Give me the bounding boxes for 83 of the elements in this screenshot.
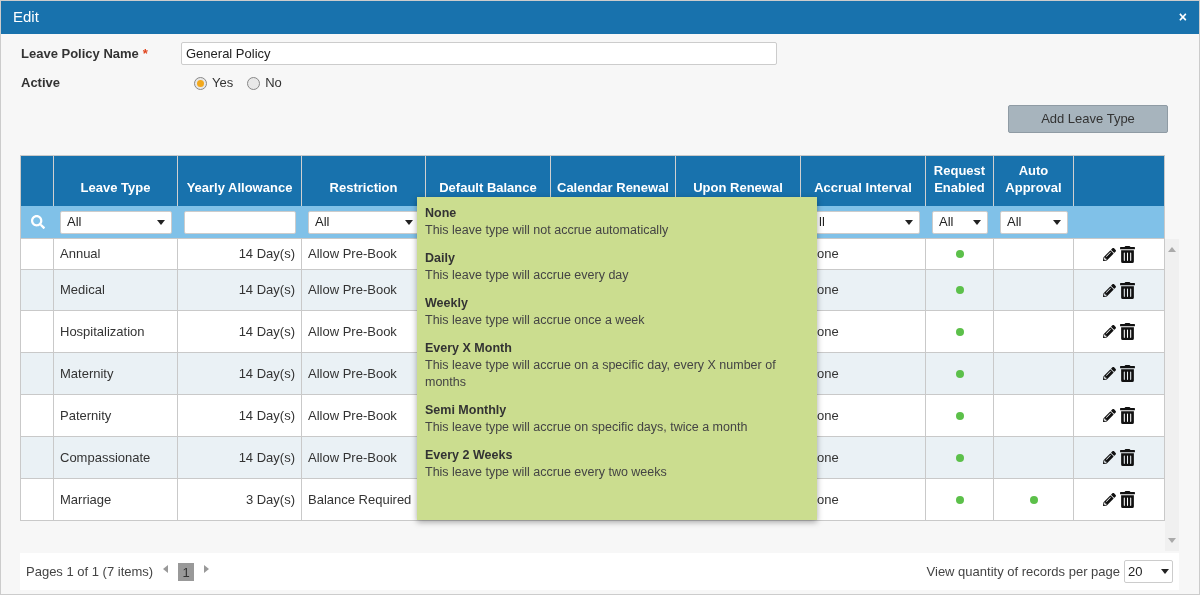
caret-icon (973, 219, 981, 225)
dropdown-option[interactable]: Daily This leave type will accrue every day (425, 250, 809, 284)
table-cell-text: Balance Required (308, 490, 412, 509)
add-leave-type-button[interactable]: Add Leave Type (1008, 105, 1168, 133)
dropdown-option[interactable]: Weekly This leave type will accrue once a week (425, 295, 809, 329)
table-cell-text: Hospitalization (60, 322, 145, 341)
table-cell-text: one (817, 322, 839, 341)
dropdown-option[interactable]: None This leave type will not accrue automatically (425, 205, 809, 239)
column-header: Calendar Renewal (556, 179, 670, 196)
edit-icon[interactable] (1103, 408, 1116, 423)
table-cell-text: Medical (60, 281, 105, 300)
edit-icon[interactable] (1103, 282, 1116, 298)
caret-icon (405, 219, 413, 225)
edit-icon[interactable] (1103, 246, 1116, 262)
required-mark: * (142, 44, 148, 63)
previous-page-icon[interactable] (163, 564, 169, 573)
table-cell-text: one (817, 281, 839, 300)
table-cell-text: Allow Pre-Book (308, 281, 397, 300)
column-header: Accrual Interval (813, 179, 913, 196)
column-header: Yearly Allowance (185, 179, 294, 196)
table-cell-text: 14 Day(s) (238, 448, 295, 467)
field-label: Leave Policy Name (21, 44, 139, 63)
table-cell-text: 14 Day(s) (238, 281, 295, 300)
field-label: Active (21, 74, 62, 93)
filter-select[interactable]: All (932, 210, 988, 234)
column-header: Upon Renewal (692, 179, 784, 196)
radio-option[interactable]: No (247, 73, 282, 93)
table-cell-text: Allow Pre-Book (308, 245, 397, 264)
table-cell-text: 14 Day(s) (238, 364, 295, 383)
per-page-select[interactable]: 20 (1124, 560, 1173, 583)
table-cell-text: Compassionate (60, 448, 151, 467)
delete-icon[interactable] (1120, 281, 1135, 299)
table-cell-text: Paternity (60, 406, 112, 425)
table-cell-text: Annual (60, 245, 101, 264)
delete-icon[interactable] (1120, 407, 1135, 424)
edit-icon[interactable] (1103, 492, 1116, 507)
filter-input[interactable] (184, 210, 296, 234)
dropdown-option[interactable]: Semi Monthly This leave type will accrue on specific days, twice a month (425, 402, 809, 436)
column-header: Default Balance (438, 179, 538, 196)
table-cell-text: one (817, 364, 839, 383)
edit-icon[interactable] (1103, 450, 1116, 465)
filter-select[interactable]: All (60, 210, 172, 234)
close-button[interactable]: × (1178, 7, 1187, 28)
per-page-label: View quantity of records per page (926, 562, 1120, 581)
table-cell-text: Maternity (60, 364, 114, 383)
column-header: Restriction (328, 179, 399, 196)
pages-text: Pages 1 of 1 (7 items) (26, 562, 154, 581)
column-header: Auto Approval (1004, 162, 1063, 196)
column-header: Leave Type (79, 179, 152, 196)
table-cell-text: 14 Day(s) (238, 406, 295, 425)
delete-icon[interactable] (1120, 245, 1135, 263)
page-button[interactable]: 1 (178, 562, 195, 581)
filter-select[interactable]: All (1000, 210, 1068, 234)
caret-icon (1053, 219, 1061, 225)
table-cell-text: 14 Day(s) (238, 245, 295, 264)
delete-icon[interactable] (1120, 449, 1135, 466)
table-cell-text: 14 Day(s) (238, 322, 295, 341)
table-cell-text: Allow Pre-Book (308, 322, 397, 341)
column-header: Request Enabled (932, 162, 987, 196)
delete-icon[interactable] (1120, 491, 1135, 508)
table-cell-text: Allow Pre-Book (308, 448, 397, 467)
table-cell-text: one (817, 406, 839, 425)
caret-icon (1161, 569, 1169, 574)
table-cell-text: Allow Pre-Book (308, 364, 397, 383)
filter-select[interactable]: All (308, 210, 420, 234)
table-cell-text: one (817, 490, 839, 509)
edit-icon[interactable] (1103, 366, 1116, 381)
table-cell-text: one (817, 245, 839, 264)
table-cell-text: one (817, 448, 839, 467)
table-cell-text: 3 Day(s) (245, 490, 295, 509)
policy-name-field[interactable]: General Policy (181, 42, 777, 65)
table-cell-text: Allow Pre-Book (308, 406, 397, 425)
table-cell-text: Marriage (60, 490, 112, 509)
caret-icon (905, 219, 913, 225)
delete-icon[interactable] (1120, 323, 1135, 340)
radio-option[interactable]: Yes (194, 73, 234, 93)
delete-icon[interactable] (1120, 365, 1135, 382)
next-page-icon[interactable] (204, 564, 210, 573)
window-title: Edit (13, 7, 39, 28)
dropdown-option[interactable]: Every 2 Weeks This leave type will accrue every two weeks (425, 447, 809, 481)
caret-icon (157, 219, 165, 225)
edit-icon[interactable] (1103, 324, 1116, 339)
dropdown-option[interactable]: Every X Month This leave type will accrue on a specific day, every X number of months (425, 340, 809, 391)
